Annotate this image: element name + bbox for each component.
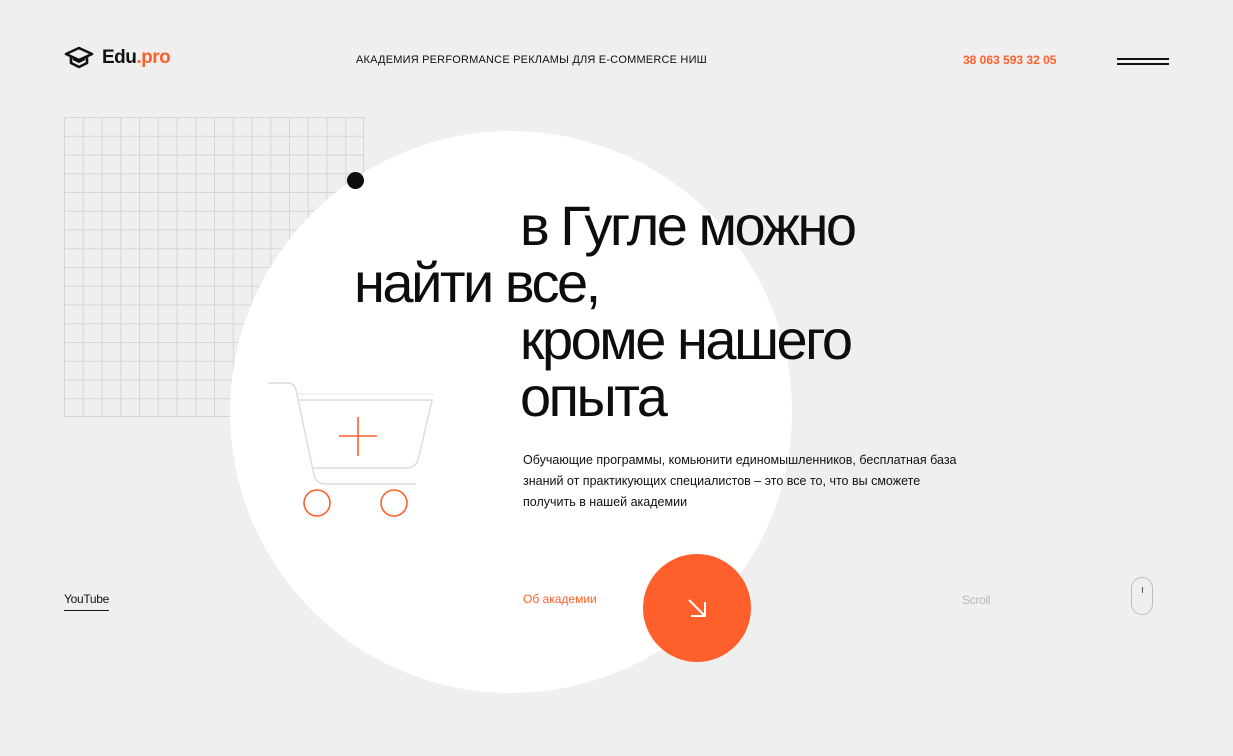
decorative-dot bbox=[347, 172, 364, 189]
hamburger-icon[interactable] bbox=[1117, 56, 1169, 66]
youtube-link[interactable]: YouTube bbox=[64, 592, 109, 611]
headline-line: найти все, bbox=[354, 251, 601, 314]
scroll-label: Scroll bbox=[962, 593, 991, 607]
logo[interactable]: Edu.pro bbox=[64, 46, 171, 70]
about-academy-link[interactable]: Об академии bbox=[523, 592, 597, 606]
landing-page: Edu.pro АКАДЕМИЯ PERFORMANCE РЕКЛАМЫ ДЛЯ… bbox=[0, 0, 1233, 756]
hero-description: Обучающие программы, комьюнити единомышл… bbox=[523, 453, 957, 509]
mouse-icon[interactable] bbox=[1131, 577, 1153, 615]
logo-text: Edu.pro bbox=[102, 47, 171, 68]
hamburger-line bbox=[1117, 58, 1169, 60]
phone-link[interactable]: 38 063 593 32 05 bbox=[963, 53, 1056, 67]
shopping-cart-icon bbox=[268, 382, 434, 517]
arrow-down-right-icon bbox=[688, 599, 706, 617]
headline-line: в Гугле можно bbox=[520, 194, 857, 257]
mouse-wheel bbox=[1142, 587, 1143, 593]
about-arrow-button[interactable] bbox=[643, 554, 751, 662]
header-tagline: АКАДЕМИЯ PERFORMANCE РЕКЛАМЫ ДЛЯ E-COMME… bbox=[356, 54, 707, 66]
headline-line: кроме нашего bbox=[520, 308, 853, 371]
graduation-cap-logo-icon bbox=[64, 46, 94, 69]
hamburger-line bbox=[1117, 63, 1169, 65]
